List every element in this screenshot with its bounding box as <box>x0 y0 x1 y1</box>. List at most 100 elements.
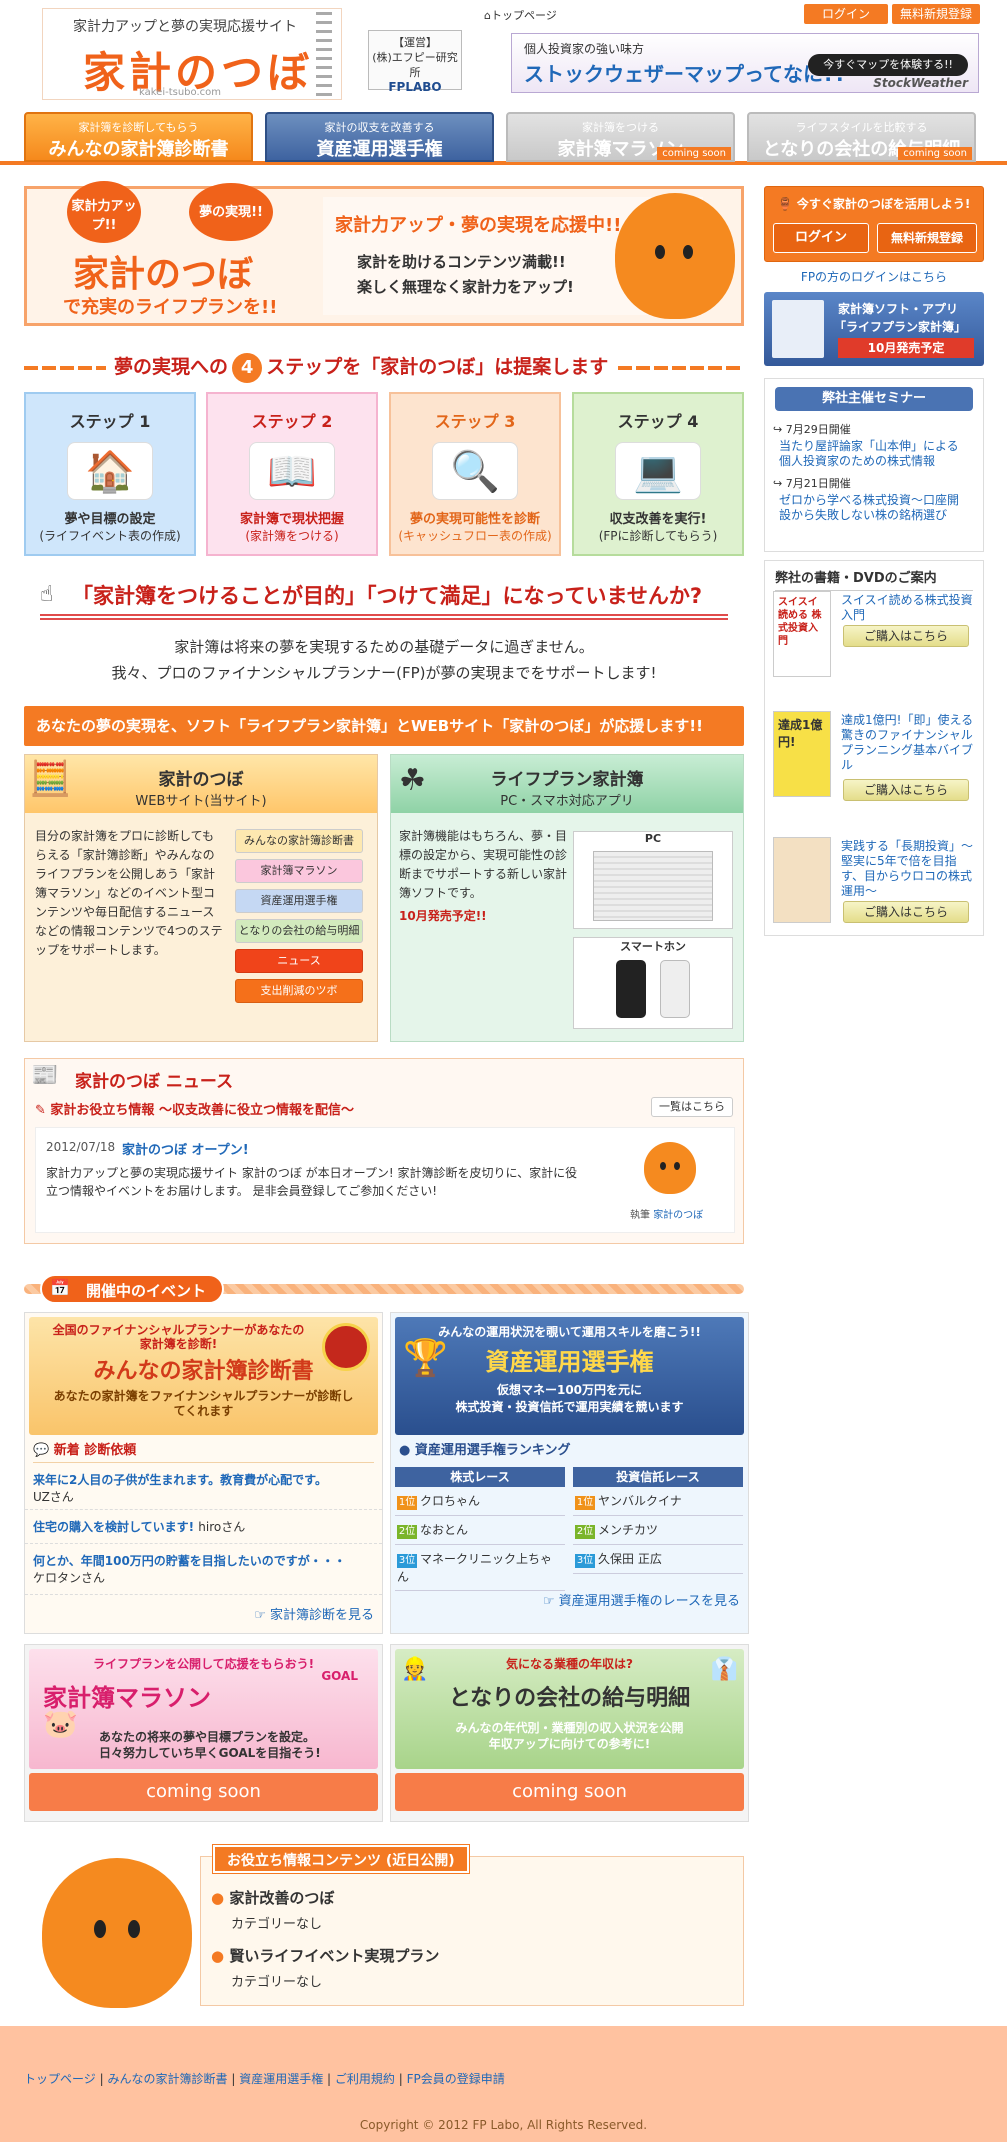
rank-row[interactable]: 1位 クロちゃん <box>395 1487 565 1516</box>
hero-bubble-2: 夢の実現!! <box>189 183 273 241</box>
arrow-icon: ↪ <box>773 423 786 436</box>
dvd-cover-icon[interactable] <box>773 837 831 923</box>
warning-title: 「家計簿をつけることが目的」「つけて満足」になっていませんか? <box>72 584 702 608</box>
news-title: 家計のつぼ ニュース <box>75 1072 234 1092</box>
seminar-1-link[interactable]: 当たり屋評論家「山本伸」による個人投資家のための株式情報 <box>765 439 983 469</box>
event-senshuken: みんなの運用状況を覗いて運用スキルを磨こう!! 資産運用選手権 仮想マネー100… <box>390 1312 749 1634</box>
footer: トップページ | みんなの家計簿診断書 | 資産運用選手権 | ご利用規約 | … <box>0 2026 1007 2142</box>
stockweather-ad-banner[interactable]: 個人投資家の強い味方 ストックウェザーマップってなに?? 今すぐマップを体験する… <box>511 33 979 93</box>
book-3-buy-button[interactable]: ご購入はこちら <box>843 901 969 923</box>
support-bar: あなたの夢の実現を、ソフト「ライフプラン家計簿」とWEBサイト「家計のつぼ」が応… <box>24 706 744 746</box>
shindan-item-1[interactable]: 来年に2人目の子供が生まれます。教育費が心配です。 UZさん <box>25 1467 382 1510</box>
nav-tab-kyuyo[interactable]: ライフスタイルを比較する となりの会社の給与明細 coming soon <box>747 112 976 162</box>
nav-tab-shindan[interactable]: 家計簿を診断してもらう みんなの家計簿診断書 <box>24 112 253 162</box>
footer-link-top[interactable]: トップページ <box>24 2072 96 2086</box>
soft-banner[interactable]: 家計簿ソフト・アプリ 「ライフプラン家計簿」 10月発売予定 <box>764 292 984 366</box>
kyuyo-banner[interactable]: 気になる業種の年収は? となりの会社の給与明細 みんなの年代別・業種別の収入状況… <box>395 1649 744 1769</box>
goal-label: GOAL <box>321 1669 358 1683</box>
book-1-buy-button[interactable]: ご購入はこちら <box>843 625 969 647</box>
worker-icon: 👷 <box>401 1657 429 1682</box>
marathon-coming-soon-button[interactable]: coming soon <box>29 1773 378 1811</box>
fund-race: 投資信託レース 1位 ヤンバルクイナ 2位 メンチカツ 3位 久保田 正広 <box>573 1467 743 1574</box>
rank-row[interactable]: 3位 久保田 正広 <box>573 1545 743 1574</box>
shindan-item-3[interactable]: 何とか、年間100万円の貯蓄を目指したいのですが・・・ ケロタンさん <box>25 1544 382 1595</box>
calendar-icon: 📅 <box>50 1278 70 1297</box>
rank-row[interactable]: 1位 ヤンバルクイナ <box>573 1487 743 1516</box>
book-cover-2[interactable]: 達成1億円! <box>773 711 831 797</box>
panel-link-shindan[interactable]: みんなの家計簿診断書 <box>235 829 363 853</box>
header-login-button[interactable]: ログイン <box>804 4 888 24</box>
top-page-link[interactable]: ⌂トップページ <box>484 7 557 23</box>
useful-item-2[interactable]: ● 賢いライフイベント実現プラン <box>211 1945 439 1966</box>
coming-soon-badge: coming soon <box>657 147 731 160</box>
news-author: 執筆 家計のつぼ <box>630 1210 704 1221</box>
step-3: ステップ 3 🔍 夢の実現可能性を診断 (キャッシュフロー表の作成) <box>389 392 561 556</box>
book-2-buy-button[interactable]: ご購入はこちら <box>843 779 969 801</box>
book-cover-1[interactable]: スイスイ読める 株式投資入門 <box>773 591 831 677</box>
rank-row[interactable]: 2位 メンチカツ <box>573 1516 743 1545</box>
operator-logo: FPLABO <box>388 80 442 94</box>
seminar-box: 弊社主催セミナー ↪ 7月29日開催 当たり屋評論家「山本伸」による個人投資家の… <box>764 378 984 552</box>
nav-tab-senshuken[interactable]: 家計の収支を改善する 資産運用選手権 <box>265 112 494 162</box>
copyright: Copyright © 2012 FP Labo, All Rights Res… <box>359 2118 648 2132</box>
footer-link-shindan[interactable]: みんなの家計簿診断書 <box>107 2072 227 2086</box>
cta-text: 🏺 今すぐ家計のつぼを活用しよう! <box>777 197 971 211</box>
ad-try-button[interactable]: 今すぐマップを体験する!! <box>808 54 968 76</box>
panel-link-marathon[interactable]: 家計簿マラソン <box>235 859 363 883</box>
nav-tab-marathon[interactable]: 家計簿をつける 家計簿マラソン coming soon <box>506 112 735 162</box>
panel-link-kyuyo[interactable]: となりの会社の給与明細 <box>235 919 363 943</box>
rank-row[interactable]: 3位 マネークリニック上ちゃん <box>395 1545 565 1591</box>
shindan-more-link[interactable]: ☞ 家計簿診断を見る <box>254 1604 374 1623</box>
panel-link-senshuken[interactable]: 資産運用選手権 <box>235 889 363 913</box>
magnifier-chart-icon: 🔍 <box>432 442 518 500</box>
sidebar-login-button[interactable]: ログイン <box>773 223 869 253</box>
arrow-icon: ↪ <box>773 477 786 490</box>
web-panel-subtitle: WEBサイト(当サイト) <box>135 794 267 809</box>
footer-link-terms[interactable]: ご利用規約 <box>335 2072 395 2086</box>
news-headline[interactable]: 家計のつぼ オープン! <box>122 1139 249 1158</box>
phone-screenshot: スマートホン <box>573 937 733 1029</box>
pointing-hand-icon: ☝ <box>40 582 54 607</box>
panel-link-tsubo[interactable]: 支出削減のツボ <box>235 979 363 1003</box>
kyuyo-coming-soon-button[interactable]: coming soon <box>395 1773 744 1811</box>
rank-row[interactable]: 2位 なおとん <box>395 1516 565 1545</box>
shindan-banner[interactable]: 全国のファイナンシャルプランナーがあなたの家計簿を診断! みんなの家計簿診断書 … <box>29 1317 378 1435</box>
warning-underline <box>40 614 728 620</box>
book-2-title[interactable]: 達成1億円!「即」使える驚きのファイナンシャルプランニング基本バイブル <box>841 713 977 773</box>
footer-link-fp-signup[interactable]: FP会員の登録申請 <box>407 2072 505 2086</box>
operator-box[interactable]: 【運営】 (株)エフピー研究所 FPLABO <box>368 30 462 94</box>
app-panel: ☘ ライフプラン家計簿 PC・スマホ対応アプリ 家計簿機能はもちろん、夢・目標の… <box>390 754 744 1042</box>
app-panel-subtitle: PC・スマホ対応アプリ <box>500 794 634 809</box>
sidebar-signup-button[interactable]: 無料新規登録 <box>877 223 977 253</box>
footer-links: トップページ | みんなの家計簿診断書 | 資産運用選手権 | ご利用規約 | … <box>24 2072 505 2086</box>
senshuken-more-link[interactable]: ☞ 資産運用選手権のレースを見る <box>543 1590 740 1609</box>
warning-body-2: 我々、プロのファイナンシャルプランナー(FP)が夢の実現までをサポートします! <box>111 664 657 682</box>
ranking-title: ● 資産運用選手権ランキング <box>399 1443 571 1458</box>
useful-item-1-category: カテゴリーなし <box>231 1917 323 1932</box>
seminar-2-link[interactable]: ゼロから学べる株式投資〜口座開設から失敗しない株の銘柄選び <box>765 493 983 523</box>
shindan-item-2[interactable]: 住宅の購入を検討しています! hiroさん <box>25 1510 382 1544</box>
header-signup-button[interactable]: 無料新規登録 <box>892 4 980 24</box>
event-marathon: ライフプランを公開して応援をもらおう! 家計簿マラソン GOAL 🐷 あなたの将… <box>24 1644 383 1822</box>
book-1-title[interactable]: スイスイ読める株式投資入門 <box>841 593 977 623</box>
site-logo[interactable]: 家計力アップと夢の実現応援サイト 家計のつぼ kakei-tsubo.com <box>42 8 342 100</box>
software-box-icon <box>772 300 824 358</box>
operator-label: 【運営】 <box>393 36 437 49</box>
house-car-icon: 🏠 <box>67 442 153 500</box>
events-heading: 開催中のイベント 📅 <box>24 1274 744 1304</box>
useful-item-1[interactable]: ● 家計改善のつぼ <box>211 1887 334 1908</box>
marathon-banner[interactable]: ライフプランを公開して応援をもらおう! 家計簿マラソン GOAL 🐷 あなたの将… <box>29 1649 378 1769</box>
panel-link-news[interactable]: ニュース <box>235 949 363 973</box>
speech-bubble-icon: 💬 <box>33 1443 50 1458</box>
useful-item-2-category: カテゴリーなし <box>231 1975 323 1990</box>
book-3-title[interactable]: 実践する「長期投資」〜堅実に5年で倍を目指す、目からウロコの株式運用〜 <box>841 839 977 899</box>
footer-link-senshuken[interactable]: 資産運用選手権 <box>239 2072 323 2086</box>
tsubo-mascot-icon <box>615 193 735 319</box>
fp-login-link[interactable]: FPの方のログインはこちら <box>764 268 984 285</box>
hero-tagline: で充実のライフプランを!! <box>63 297 278 318</box>
pin-icon: ✎ <box>35 1103 51 1118</box>
senshuken-banner[interactable]: みんなの運用状況を覗いて運用スキルを磨こう!! 資産運用選手権 仮想マネー100… <box>395 1317 744 1435</box>
news-more-button[interactable]: 一覧はこちら <box>651 1097 733 1117</box>
home-icon: ⌂ <box>484 9 491 22</box>
web-site-panel: 🧮 家計のつぼ WEBサイト(当サイト) 目分の家計簿をプロに診断してもらえる「… <box>24 754 378 1042</box>
